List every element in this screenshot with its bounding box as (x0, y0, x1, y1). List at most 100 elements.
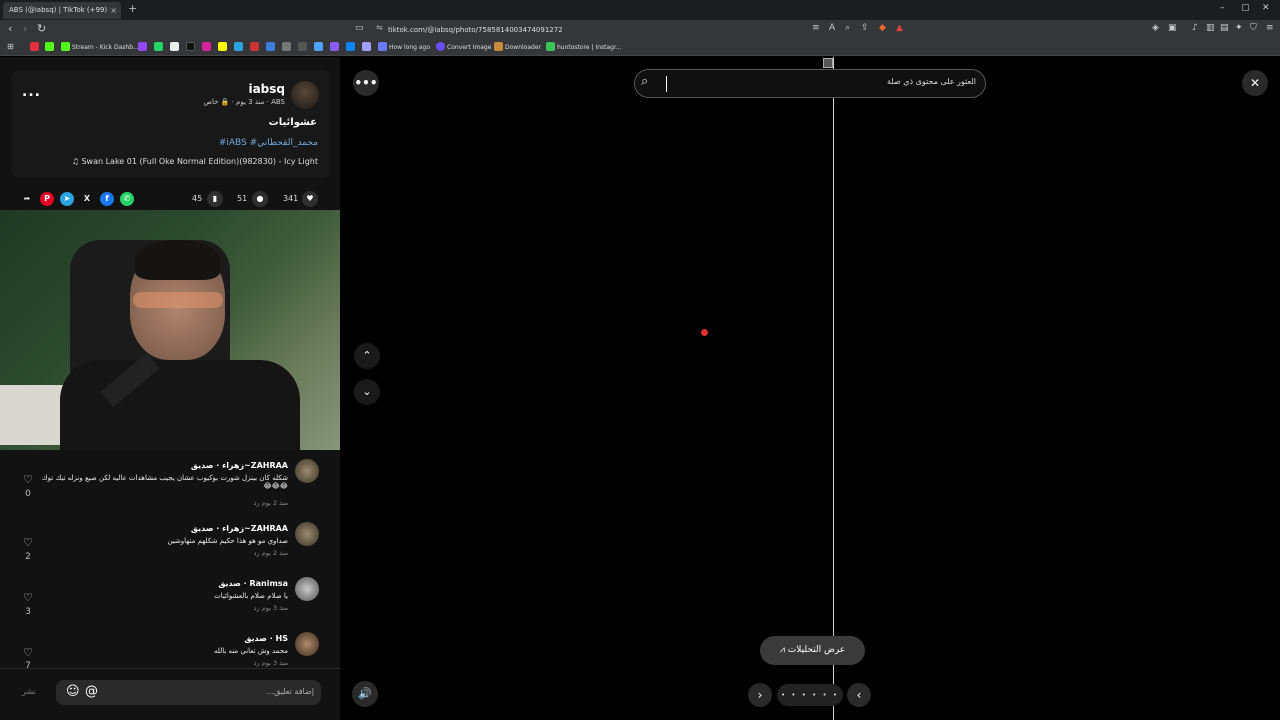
post-more-button[interactable]: ... (22, 84, 41, 100)
comment-avatar[interactable] (295, 522, 319, 546)
tab-close-icon[interactable]: × (110, 2, 117, 19)
bookmark-grey-icon[interactable] (282, 42, 291, 51)
bookmark-huntostore-icon (546, 42, 555, 51)
bookmark-how-long-ago[interactable]: How long ago (389, 41, 430, 54)
bookmark-tiktok-icon[interactable] (186, 42, 195, 51)
comment-like-icon[interactable]: ♡ (20, 536, 36, 549)
back-icon[interactable]: ‹ (8, 22, 12, 35)
view-analytics-button[interactable]: عرض التحليلات ⩘ (760, 636, 865, 665)
viewer-divider (833, 57, 834, 720)
comment-like-icon[interactable]: ♡ (20, 473, 36, 486)
bookmark-snapchat-icon[interactable] (218, 42, 227, 51)
puzzle-icon[interactable]: ✦ (1235, 23, 1243, 33)
bookmark-purple-icon[interactable] (330, 42, 339, 51)
mention-icon[interactable]: @ (85, 684, 98, 699)
bookmark-x-icon[interactable] (170, 42, 179, 51)
bookmark-convert-image[interactable]: Convert Image (447, 41, 491, 54)
post-meta: ABS · منذ 3 يوم · 🔒 خاص (203, 98, 286, 106)
apps-icon[interactable]: ⊞ (7, 42, 14, 51)
minimize-button[interactable]: – (1220, 3, 1225, 13)
post-photo[interactable] (0, 210, 360, 450)
comment-meta[interactable]: منذ 2 يوم رد (180, 549, 288, 557)
bookmark-red-icon[interactable] (250, 42, 259, 51)
comment-input[interactable]: ☺ @ إضافة تعليق... (56, 680, 321, 705)
extension-icon[interactable]: ◈ (1152, 23, 1159, 33)
tab-bar (0, 0, 1280, 20)
comment-author[interactable]: Ranimsa · صديق (140, 579, 288, 588)
bookmark-shield-icon[interactable] (346, 42, 355, 51)
whatsapp-icon[interactable]: ✆ (120, 192, 134, 206)
bookmark-howlongago-icon (378, 42, 387, 51)
x-share-icon[interactable]: X (80, 192, 94, 206)
comment-like-icon[interactable]: ♡ (20, 591, 36, 604)
reader-icon[interactable]: ≡ (812, 23, 820, 33)
previous-slide-button[interactable]: › (748, 683, 772, 707)
post-hashtags[interactable]: #iABS #محمد_القحطاني (150, 138, 318, 148)
share-arrow-icon[interactable]: ➦ (20, 192, 34, 206)
sidebar-icon[interactable]: ▥ (1206, 23, 1215, 33)
bookmark-cloud-icon[interactable] (314, 42, 323, 51)
share-icon[interactable]: ⇪ (861, 23, 869, 33)
new-tab-button[interactable]: + (128, 2, 137, 15)
bookmark-twitch-icon[interactable] (138, 42, 147, 51)
comment-author[interactable]: ZAHRAA~زهراء · صديق (140, 524, 288, 533)
post-comment-button[interactable]: نشر (22, 687, 36, 696)
vpn-icon[interactable]: ⛉ (1250, 23, 1257, 33)
browser-tab[interactable]: ABS (@iabsq) | TikTok (+99) × (3, 2, 121, 19)
window-close-button[interactable]: ✕ (1262, 3, 1270, 13)
bookmark-github-icon[interactable] (298, 42, 307, 51)
next-post-button[interactable]: ⌄ (354, 379, 380, 405)
screenshot-icon[interactable]: ▣ (1168, 23, 1177, 33)
comment-avatar[interactable] (295, 577, 319, 601)
comment-meta[interactable]: منذ 3 يوم رد (180, 604, 288, 612)
forward-icon[interactable]: › (23, 22, 27, 35)
person-hair (135, 240, 220, 280)
rewards-icon[interactable]: ▲ (896, 23, 903, 33)
volume-button[interactable]: 🔊 (352, 681, 378, 707)
slide-pager[interactable]: • • • • • • (777, 684, 843, 706)
bookmark-telegram-icon[interactable] (234, 42, 243, 51)
comment-meta[interactable]: منذ 3 يوم رد (180, 659, 288, 667)
bookmark-instagram-icon[interactable] (202, 42, 211, 51)
tabs-icon[interactable]: ▤ (1220, 23, 1229, 33)
comment-avatar[interactable] (295, 632, 319, 656)
bookmark-link-icon[interactable] (362, 42, 371, 51)
emoji-icon[interactable]: ☺ (66, 684, 80, 699)
menu-icon[interactable]: ≡ (1266, 23, 1274, 33)
bookmark-whatsapp-icon[interactable] (154, 42, 163, 51)
save-bookmark-icon[interactable]: ▮ (207, 191, 223, 207)
reload-icon[interactable]: ↻ (37, 22, 46, 35)
comment-meta[interactable]: منذ 2 يوم رد (180, 499, 288, 507)
bookmark-icon[interactable]: ▭ (355, 23, 364, 33)
author-username[interactable]: iabsq (240, 82, 285, 96)
facebook-icon[interactable]: f (100, 192, 114, 206)
maximize-button[interactable]: ▢ (1241, 3, 1250, 13)
bookmark-kick-icon[interactable] (45, 42, 54, 51)
brave-shield-icon[interactable]: ◆ (879, 23, 886, 33)
previous-post-button[interactable]: ⌃ (354, 343, 380, 369)
bookmark-kick-dashboard[interactable]: Stream - Kick Dashb... (72, 41, 139, 54)
translate-icon[interactable]: A (829, 23, 835, 33)
telegram-icon[interactable]: ➤ (60, 192, 74, 206)
comment-avatar[interactable] (295, 459, 319, 483)
bookmark-huntostore[interactable]: huntostore | Instagr... (557, 41, 622, 54)
search-icon[interactable]: ⌕ (641, 74, 648, 89)
post-music[interactable]: ♫ Swan Lake 01 (Full Oke Normal Edition)… (40, 157, 318, 166)
comment-author[interactable]: ZAHRAA~زهراء · صديق (140, 461, 288, 470)
author-avatar[interactable] (291, 81, 319, 109)
bookmark-blue-icon[interactable] (266, 42, 275, 51)
next-slide-button[interactable]: ‹ (847, 683, 871, 707)
bookmark-downloader[interactable]: Downloader (505, 41, 541, 54)
close-viewer-button[interactable]: ✕ (1242, 70, 1268, 96)
pinterest-icon[interactable]: P (40, 192, 54, 206)
like-count: 341 (283, 194, 299, 203)
viewer-more-button[interactable]: ••• (353, 70, 379, 96)
text-caret (666, 76, 667, 92)
comment-author[interactable]: HS · صديق (140, 634, 288, 643)
like-heart-icon[interactable]: ♥ (302, 191, 318, 207)
zoom-icon[interactable]: ⌕ (845, 23, 850, 33)
bookmark-youtube-icon[interactable] (30, 42, 39, 51)
comment-bubble-icon[interactable]: ● (252, 191, 268, 207)
comment-like-icon[interactable]: ♡ (20, 646, 36, 659)
music-icon[interactable]: ♪ (1192, 23, 1198, 33)
